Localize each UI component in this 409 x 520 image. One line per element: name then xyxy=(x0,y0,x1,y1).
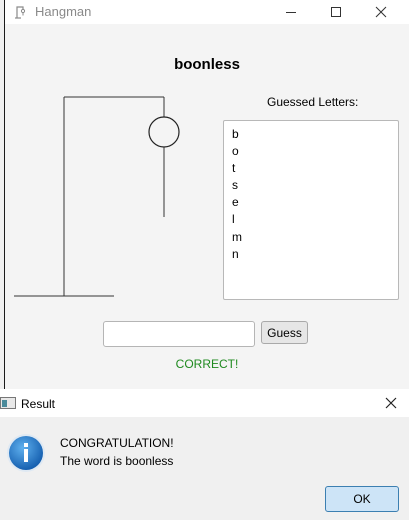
hangman-head xyxy=(148,116,180,148)
minimize-icon xyxy=(286,12,296,13)
dialog-message-text: The word is boonless xyxy=(60,454,174,468)
dialog-title: Result xyxy=(21,397,56,411)
info-icon xyxy=(6,433,46,476)
dialog-close-button[interactable] xyxy=(381,395,401,413)
guessed-letter-item[interactable]: o xyxy=(232,143,398,160)
guessed-letters-list[interactable]: botselmn xyxy=(223,120,399,300)
guess-input[interactable] xyxy=(103,321,255,347)
guessed-letter-item[interactable]: t xyxy=(232,160,398,177)
guess-button[interactable]: Guess xyxy=(261,321,308,344)
guessed-letters-items: botselmn xyxy=(224,121,398,263)
dialog-message-title: CONGRATULATION! xyxy=(60,436,174,450)
title-bar: Hangman xyxy=(5,0,409,24)
maximize-icon xyxy=(331,7,341,17)
guessed-letter-item[interactable]: e xyxy=(232,194,398,211)
guessed-letter-item[interactable]: m xyxy=(232,229,398,246)
close-icon xyxy=(385,397,397,409)
guessed-letter-item[interactable]: s xyxy=(232,177,398,194)
guessed-letter-item[interactable]: n xyxy=(232,246,398,263)
close-icon xyxy=(375,6,387,18)
gallows-drawing xyxy=(14,96,180,297)
ok-button[interactable]: OK xyxy=(325,486,399,512)
dialog-window-icon xyxy=(0,397,16,412)
guessed-letters-label: Guessed Letters: xyxy=(267,95,359,109)
guessed-letter-item[interactable]: l xyxy=(232,211,398,228)
status-message: CORRECT! xyxy=(175,357,239,371)
close-button[interactable] xyxy=(359,0,404,24)
dialog-title-bar: Result xyxy=(0,389,409,417)
app-icon xyxy=(14,5,28,19)
window-title: Hangman xyxy=(35,4,92,19)
result-dialog: Result CONGRATULATION! The word is boonl… xyxy=(0,389,409,520)
guessed-letter-item[interactable]: b xyxy=(232,126,398,143)
hangman-window: Hangman boonless Guessed Letters: botsel… xyxy=(4,0,409,389)
secret-word: boonless xyxy=(174,56,240,73)
maximize-button[interactable] xyxy=(314,0,359,24)
minimize-button[interactable] xyxy=(269,0,314,24)
